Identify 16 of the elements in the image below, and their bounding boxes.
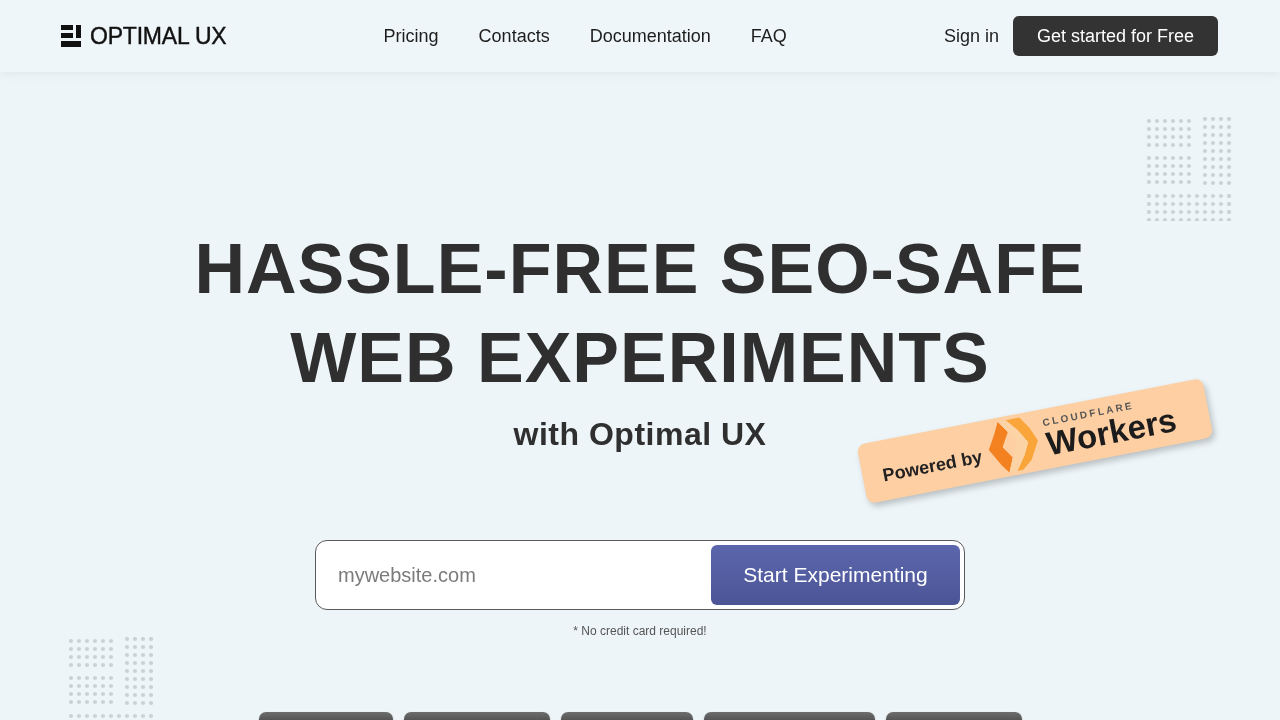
dot-grid-icon (69, 637, 153, 720)
nav-link[interactable]: Contacts (478, 25, 550, 47)
brand-name: OPTIMAL UX (90, 22, 227, 50)
start-experimenting-button[interactable]: Start Experimenting (711, 545, 960, 605)
nav-link[interactable]: Pricing (383, 25, 439, 47)
hero-subheading: with Optimal UX (513, 415, 767, 454)
website-input[interactable]: mywebsite.com (316, 545, 711, 605)
badge-text: Powered by (880, 446, 984, 486)
get-started-button[interactable]: Get started for Free (1012, 16, 1218, 56)
nav-link[interactable]: Documentation (589, 25, 711, 47)
logo-bars-icon (61, 25, 81, 47)
website-field[interactable]: mywebsite.com Start Experimenting (315, 540, 965, 610)
dot-grid-icon (1147, 117, 1231, 221)
sign-in-link[interactable]: Sign in (943, 25, 999, 47)
nav-link[interactable]: FAQ (750, 25, 787, 47)
no-credit-card-note: * No credit card required! (573, 623, 707, 639)
